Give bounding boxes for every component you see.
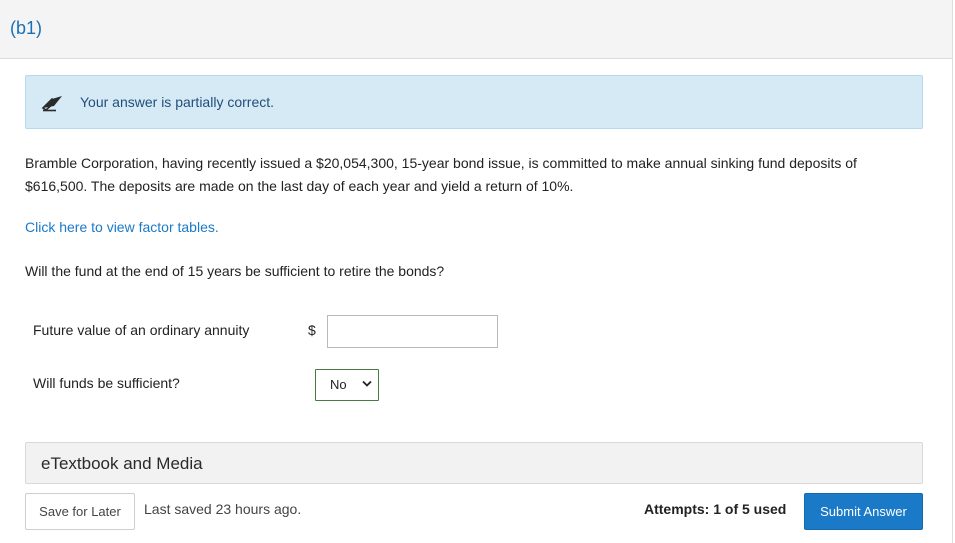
sufficient-select[interactable]: No xyxy=(315,369,379,401)
pencil-eraser-icon xyxy=(41,96,62,112)
last-saved-status: Last saved 23 hours ago. xyxy=(144,501,302,517)
part-header: (b1) xyxy=(0,0,953,59)
right-divider xyxy=(952,59,953,543)
etextbook-label: eTextbook and Media xyxy=(41,454,203,473)
part-label: (b1) xyxy=(10,18,43,38)
submit-answer-button[interactable]: Submit Answer xyxy=(804,493,923,530)
sufficient-label: Will funds be sufficient? xyxy=(33,375,180,391)
feedback-message: Your answer is partially correct. xyxy=(80,94,275,110)
feedback-banner: Your answer is partially correct. xyxy=(25,75,923,129)
attempts-counter: Attempts: 1 of 5 used xyxy=(644,501,787,517)
etextbook-media-panel[interactable]: eTextbook and Media xyxy=(25,442,923,484)
factor-tables-link[interactable]: Click here to view factor tables. xyxy=(25,219,219,235)
problem-text: Bramble Corporation, having recently iss… xyxy=(25,155,857,194)
future-value-input[interactable] xyxy=(327,315,498,348)
sufficient-selected-value: No xyxy=(330,377,347,392)
fv-label: Future value of an ordinary annuity xyxy=(33,322,250,338)
save-for-later-button[interactable]: Save for Later xyxy=(25,493,135,530)
question-text: Will the fund at the end of 15 years be … xyxy=(25,263,445,279)
currency-symbol: $ xyxy=(308,322,316,338)
chevron-down-icon xyxy=(362,380,372,387)
